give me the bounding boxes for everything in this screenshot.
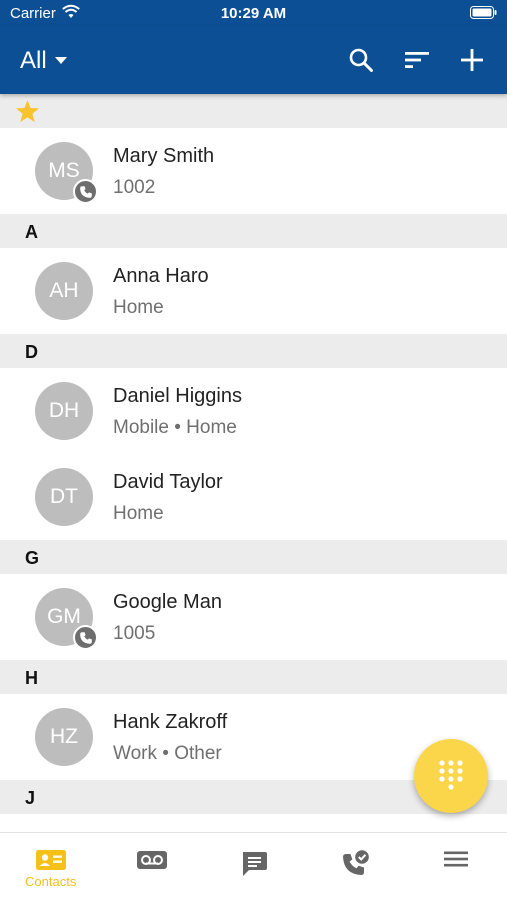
tab-voicemail[interactable] bbox=[101, 833, 202, 900]
avatar: AH bbox=[35, 262, 93, 320]
contact-row[interactable]: DH Daniel Higgins Mobile • Home bbox=[0, 368, 507, 454]
section-header-favorites bbox=[0, 94, 507, 128]
contact-row[interactable]: GM Google Man 1005 bbox=[0, 574, 507, 660]
contact-name: Anna Haro bbox=[113, 265, 209, 287]
voicemail-icon bbox=[137, 851, 168, 869]
section-letter: J bbox=[25, 788, 36, 808]
search-icon[interactable] bbox=[346, 45, 376, 75]
tab-call-history[interactable] bbox=[304, 833, 405, 900]
section-letter: G bbox=[25, 548, 40, 568]
bottom-tab-bar: Contacts bbox=[0, 832, 507, 900]
contact-row[interactable]: DT David Taylor Home bbox=[0, 454, 507, 540]
status-time: 10:29 AM bbox=[220, 5, 287, 22]
section-header-g: G bbox=[0, 540, 507, 574]
sort-icon[interactable] bbox=[402, 45, 432, 75]
section-letter: D bbox=[25, 342, 38, 362]
contact-detail: Work • Other bbox=[113, 743, 222, 764]
tab-label: Contacts bbox=[25, 874, 77, 889]
dialpad-fab[interactable] bbox=[414, 739, 488, 813]
tab-menu[interactable] bbox=[406, 833, 507, 900]
avatar: DH bbox=[35, 382, 93, 440]
avatar: HZ bbox=[35, 708, 93, 766]
message-icon bbox=[242, 852, 267, 876]
app-bar: All bbox=[0, 26, 507, 94]
filter-label: All bbox=[20, 47, 47, 74]
tab-contacts[interactable]: Contacts bbox=[0, 833, 101, 900]
contact-name: Daniel Higgins bbox=[113, 385, 242, 407]
contact-detail: Home bbox=[113, 297, 164, 318]
contact-list[interactable]: MS Mary Smith 1002 A AH Anna Haro Home D DH Danie… bbox=[0, 94, 507, 832]
contact-detail: 1005 bbox=[113, 623, 156, 644]
menu-icon bbox=[444, 851, 469, 867]
section-header-h: H bbox=[0, 660, 507, 694]
section-header-d: D bbox=[0, 334, 507, 368]
add-contact-icon[interactable] bbox=[457, 45, 487, 75]
battery-icon bbox=[470, 6, 497, 19]
contact-row[interactable]: MS Mary Smith 1002 bbox=[0, 128, 507, 214]
tab-messages[interactable] bbox=[203, 833, 304, 900]
contact-name: Google Man bbox=[113, 591, 222, 613]
contact-row[interactable]: AH Anna Haro Home bbox=[0, 248, 507, 334]
section-header-a: A bbox=[0, 214, 507, 248]
phone-icon bbox=[79, 631, 92, 644]
contacts-filter-dropdown[interactable]: All bbox=[20, 46, 67, 76]
contacts-card-icon bbox=[35, 850, 66, 870]
phone-icon bbox=[79, 185, 92, 198]
section-letter: A bbox=[25, 222, 38, 242]
call-history-icon bbox=[342, 850, 369, 875]
avatar: DT bbox=[35, 468, 93, 526]
contact-name: Hank Zakroff bbox=[113, 711, 228, 733]
contact-detail: Mobile • Home bbox=[113, 417, 237, 438]
section-letter: H bbox=[25, 668, 38, 688]
status-bar: Carrier 10:29 AM bbox=[0, 0, 507, 26]
phone-badge bbox=[73, 625, 98, 650]
caret-down-icon bbox=[54, 57, 67, 64]
contact-name: David Taylor bbox=[113, 471, 223, 493]
contact-detail: Home bbox=[113, 503, 164, 524]
contact-name: Mary Smith bbox=[113, 145, 215, 167]
dialpad-icon bbox=[439, 760, 463, 790]
favorites-star-icon bbox=[16, 100, 39, 122]
contact-detail: 1002 bbox=[113, 177, 156, 198]
phone-badge bbox=[73, 179, 98, 204]
